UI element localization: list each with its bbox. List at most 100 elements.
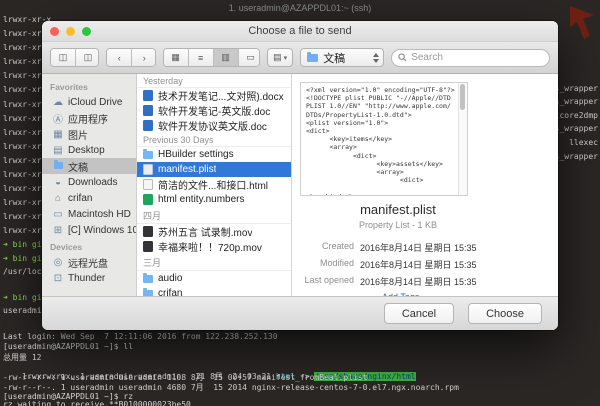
choose-button[interactable]: Choose xyxy=(468,303,542,324)
group-header-yesterday: Yesterday xyxy=(137,74,291,88)
hard-disk-icon: ▭ xyxy=(53,208,63,220)
forward-button[interactable]: › xyxy=(132,49,155,66)
file-row[interactable]: crifan xyxy=(137,286,291,296)
file-info: manifest.plist Property List - 1 KB Crea… xyxy=(292,202,504,296)
sidebar-item-label: Downloads xyxy=(68,176,118,188)
sidebar-item-downloads[interactable]: ◒ Downloads xyxy=(42,174,136,190)
word-doc-icon xyxy=(143,90,153,101)
terminal-output-line: llexec xyxy=(569,138,598,147)
list-view-button[interactable]: ≡ xyxy=(188,49,214,66)
sidebar-item-label: Thunder xyxy=(68,272,106,284)
file-row[interactable]: audio xyxy=(137,271,291,286)
sidebar: Favorites ☁ iCloud Drive Ⓐ 应用程序 ▦ 图片 ▤ D… xyxy=(42,74,137,296)
sidebar-item-pictures[interactable]: ▦ 图片 xyxy=(42,126,136,142)
location-popup[interactable]: 文稿 xyxy=(300,48,385,67)
minimize-button[interactable] xyxy=(66,26,75,36)
sidebar-item-documents[interactable]: 文稿 xyxy=(42,158,136,174)
devices-header: Devices xyxy=(50,242,83,252)
folder-icon xyxy=(143,149,153,159)
terminal-title: 1. useradmin@AZAPPDL01:~ (ssh) xyxy=(228,3,372,13)
grid-view-icon: ▦ xyxy=(171,52,180,62)
panel-buttons: ◫ ◫ xyxy=(50,48,100,67)
meta-row-last-opened: Last opened 2016年8月14日 星期日 15:35 xyxy=(304,275,477,287)
numbers-file-icon xyxy=(143,194,153,205)
panel-toggle-button[interactable]: ◫ xyxy=(51,49,76,66)
terminal-output-line: /usr/loca xyxy=(3,267,47,276)
window-controls xyxy=(50,26,91,36)
preview-file-kind: Property List - 1 KB xyxy=(358,220,438,230)
movie-file-icon xyxy=(143,226,153,237)
sidebar-item-crifan[interactable]: ⌂ crifan xyxy=(42,190,136,206)
folder-icon xyxy=(52,159,64,172)
word-doc-icon xyxy=(143,120,153,131)
search-icon xyxy=(398,53,407,62)
folder-icon xyxy=(143,273,153,283)
cloud-icon: ☁ xyxy=(53,96,63,108)
sidebar-item-applications[interactable]: Ⓐ 应用程序 xyxy=(42,110,136,126)
dialog-titlebar[interactable]: Choose a file to send xyxy=(42,21,558,42)
sidebar-item-windows-10[interactable]: ⊞ [C] Windows 10 xyxy=(42,222,136,238)
sidebar-item-label: 应用程序 xyxy=(68,114,108,126)
group-header-april: 四月 xyxy=(137,207,291,224)
dialog-title: Choose a file to send xyxy=(248,25,352,37)
zoom-button[interactable] xyxy=(82,26,91,36)
terminal-prompt-line: ➜ bin gi xyxy=(3,240,42,249)
add-tags-link[interactable]: Add Tags... xyxy=(382,292,504,296)
file-row[interactable]: 简洁的文件...和接口.html xyxy=(137,177,291,192)
terminal-last-login-line: Last login: Wed Sep 7 12:11:06 2016 from… xyxy=(3,332,278,341)
pane-icon: ◫ xyxy=(58,52,68,62)
file-metadata: Created 2016年8月14日 星期日 15:35 Modified 20… xyxy=(292,241,504,296)
sidebar-item-remote-disc[interactable]: ◎ 远程光盘 xyxy=(42,254,136,270)
file-row[interactable]: 技术开发笔记...文对照).docx xyxy=(137,88,291,103)
sidebar-item-label: 图片 xyxy=(68,130,88,142)
file-row[interactable]: 软件开发笔记-英文版.doc xyxy=(137,103,291,118)
terminal-rz-waiting-line: rz waiting to receive.**B0100000023be50 xyxy=(3,400,191,406)
cancel-button[interactable]: Cancel xyxy=(383,303,455,324)
back-icon: ‹ xyxy=(117,52,121,63)
view-segmented-control: ▦ ≡ ▥ ▭ xyxy=(162,48,261,67)
file-row-manifest-plist[interactable]: manifest.plist xyxy=(137,162,291,177)
back-button[interactable]: ‹ xyxy=(107,49,133,66)
terminal-prompt-line: ➜ bin gi xyxy=(3,293,42,302)
folder-icon xyxy=(143,288,153,296)
disc-icon: ◎ xyxy=(53,256,63,268)
pictures-icon: ▦ xyxy=(53,128,63,140)
sidebar-item-thunder[interactable]: ⊡ Thunder xyxy=(42,270,136,286)
preview-pane: <?xml version="1.0" encoding="UTF-8"?> <… xyxy=(292,74,558,296)
arrange-menu-button[interactable]: ▤ ▾ xyxy=(267,48,294,67)
sidebar-item-label: Macintosh HD xyxy=(68,208,131,220)
coverflow-view-button[interactable]: ▭ xyxy=(238,49,260,66)
search-placeholder: Search xyxy=(411,52,443,63)
file-list: Yesterday 技术开发笔记...文对照).docx 软件开发笔记-英文版.… xyxy=(137,74,292,296)
column-view-button[interactable]: ▥ xyxy=(213,49,239,66)
file-row[interactable]: HBuilder settings xyxy=(137,147,291,162)
search-field[interactable]: Search xyxy=(391,48,550,67)
panel-toggle-button[interactable]: ◫ xyxy=(76,49,99,66)
choose-file-dialog: Choose a file to send ◫ ◫ ‹ › ▦ ≡ ▥ ▭ ▤ … xyxy=(42,21,558,330)
preview-scrollbar[interactable] xyxy=(458,83,467,195)
downloads-icon: ◒ xyxy=(54,176,62,188)
sidebar-item-desktop[interactable]: ▤ Desktop xyxy=(42,142,136,158)
icon-view-button[interactable]: ▦ xyxy=(163,49,189,66)
terminal-prompt-ll-line: [useradmin@AZAPPDL01 ~]$ ll xyxy=(3,342,134,351)
sidebar-item-label: 文稿 xyxy=(68,162,88,174)
file-row[interactable]: html entity.numbers xyxy=(137,192,291,207)
arrange-icon: ▤ xyxy=(273,52,282,62)
file-row[interactable]: 幸福来啦！！720p.mov xyxy=(137,239,291,254)
group-header-march: 三月 xyxy=(137,254,291,271)
close-button[interactable] xyxy=(50,26,59,36)
popup-arrows-icon xyxy=(373,52,380,63)
terminal-output-line: useradmin xyxy=(3,306,47,315)
display-icon: ⊡ xyxy=(53,272,63,284)
column-view-icon: ▥ xyxy=(221,52,230,62)
file-row[interactable]: 苏州五言 试录制.mov xyxy=(137,224,291,239)
file-row[interactable]: 软件开发协议英文版.doc xyxy=(137,118,291,133)
sidebar-item-icloud-drive[interactable]: ☁ iCloud Drive xyxy=(42,94,136,110)
dialog-toolbar: ◫ ◫ ‹ › ▦ ≡ ▥ ▭ ▤ ▾ 文稿 Search xyxy=(42,42,558,74)
forward-icon: › xyxy=(142,52,146,63)
meta-row-created: Created 2016年8月14日 星期日 15:35 xyxy=(321,241,477,253)
group-header-previous-30-days: Previous 30 Days xyxy=(137,133,291,147)
sidebar-item-macintosh-hd[interactable]: ▭ Macintosh HD xyxy=(42,206,136,222)
preview-scrollbar-thumb[interactable] xyxy=(460,84,465,110)
meta-row-modified: Modified 2016年8月14日 星期日 15:35 xyxy=(319,258,477,270)
